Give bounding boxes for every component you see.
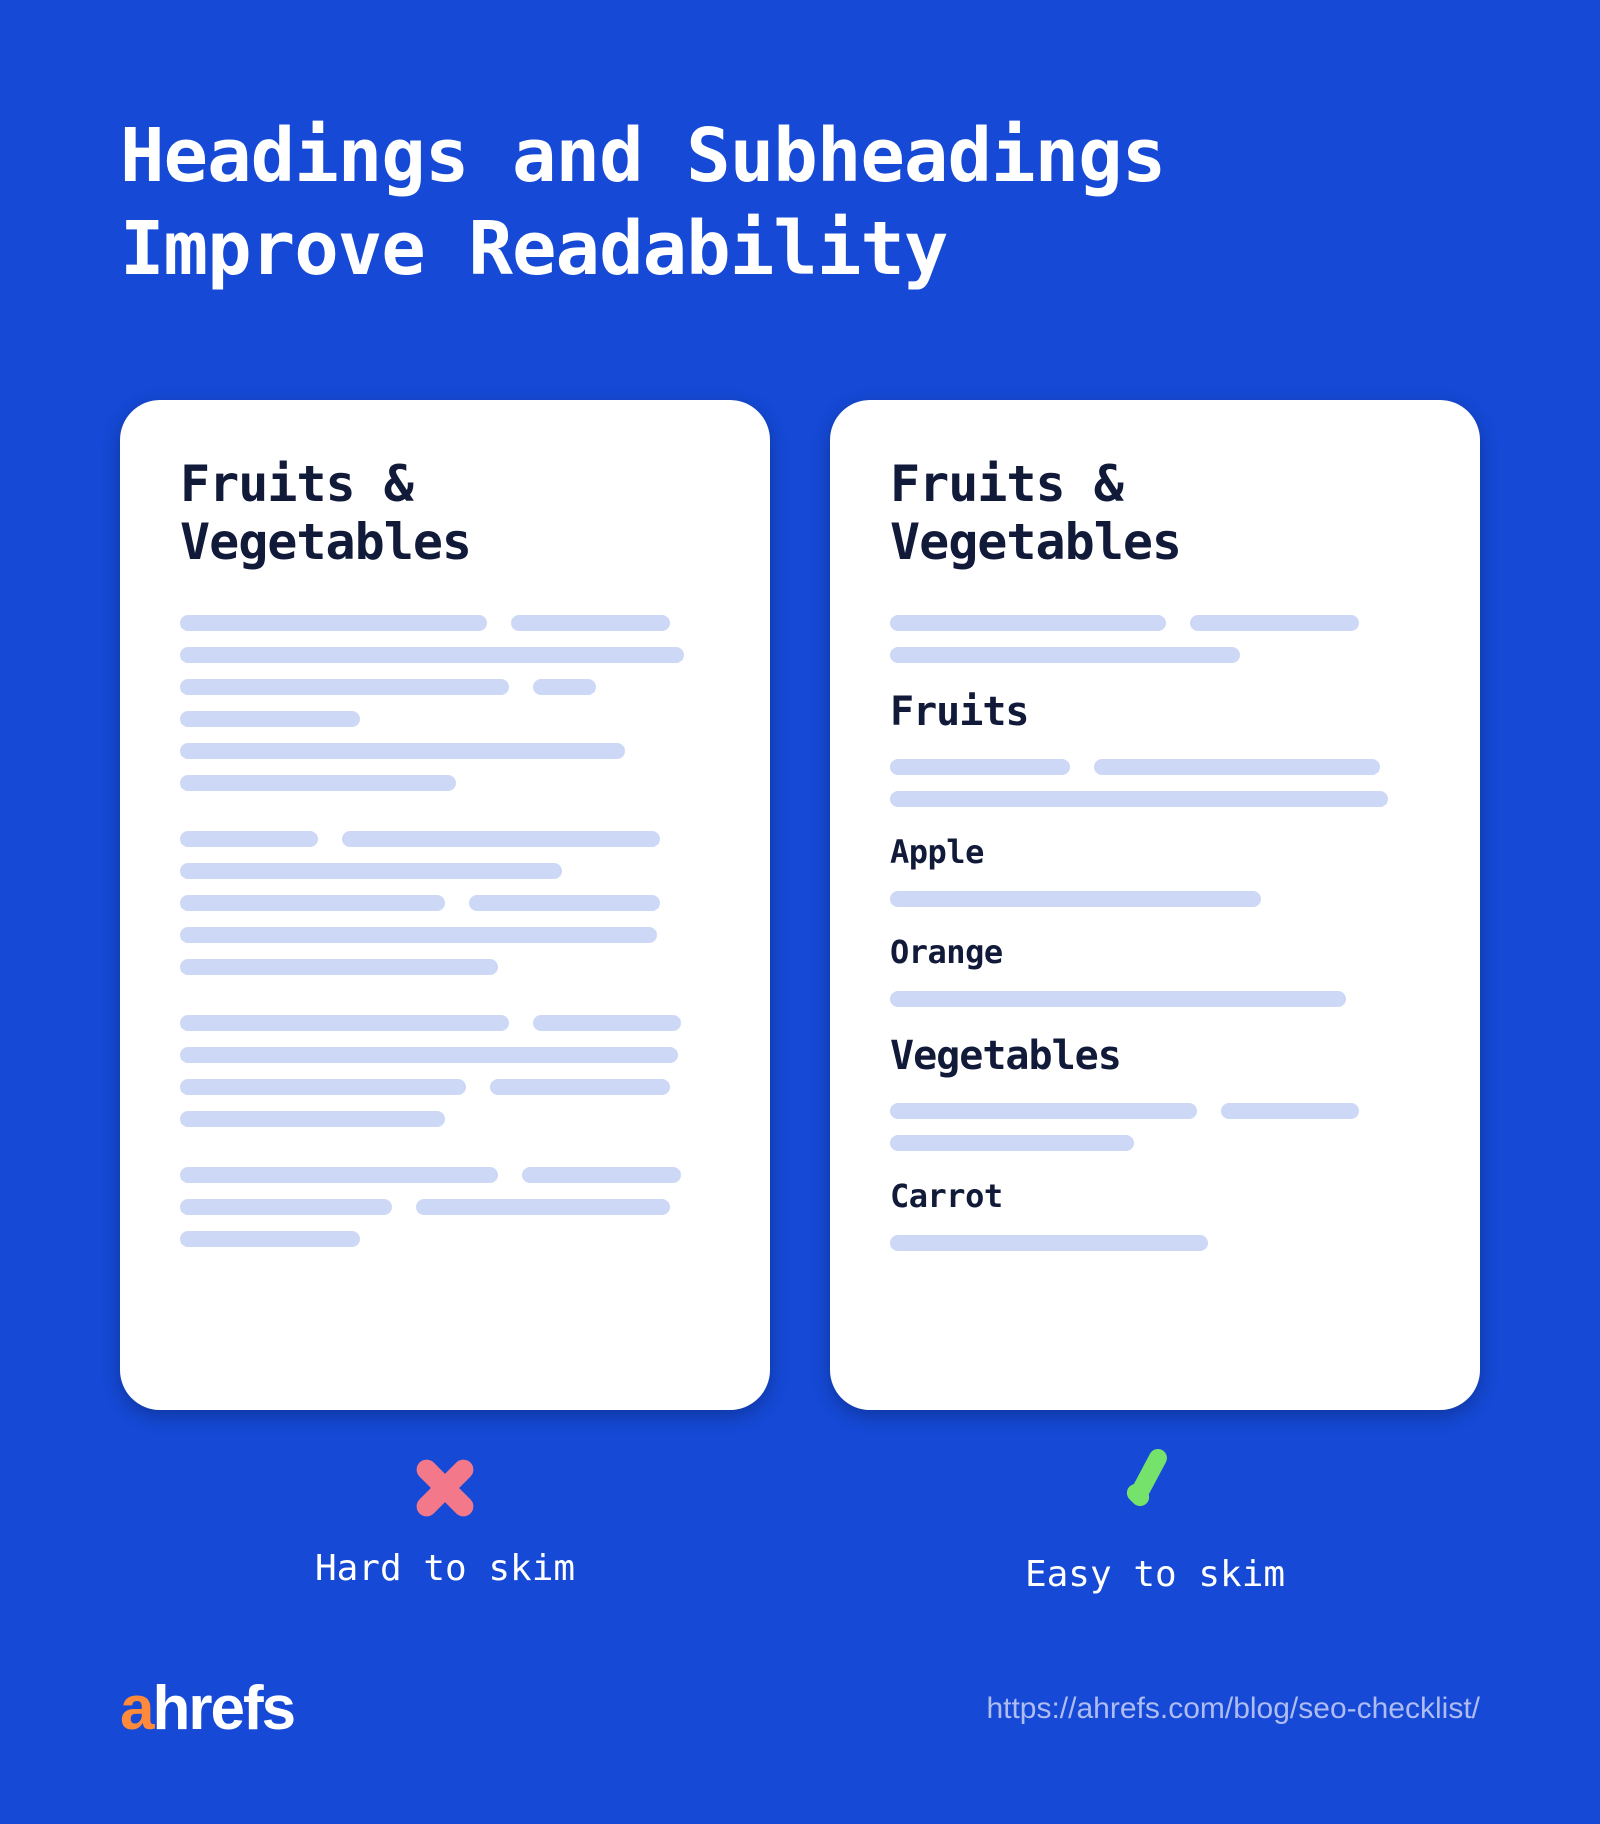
card-hard-to-skim: Fruits & Vegetables bbox=[120, 400, 770, 1410]
source-url: https://ahrefs.com/blog/seo-checklist/ bbox=[986, 1692, 1480, 1726]
card-heading: Fruits & Vegetables bbox=[890, 455, 1420, 571]
left-column: Fruits & Vegetables bbox=[120, 400, 770, 1595]
placeholder-paragraph bbox=[890, 1235, 1420, 1251]
placeholder-paragraph bbox=[180, 1167, 710, 1247]
logo-rest: hrefs bbox=[152, 1674, 294, 1743]
card-heading: Fruits & Vegetables bbox=[180, 455, 710, 571]
placeholder-paragraph bbox=[180, 615, 710, 791]
status-label: Hard to skim bbox=[315, 1548, 575, 1589]
right-column: Fruits & Vegetables Fruits Apple Orange … bbox=[830, 400, 1480, 1595]
placeholder-paragraph bbox=[180, 1015, 710, 1127]
status-label: Easy to skim bbox=[1025, 1554, 1285, 1595]
cross-icon bbox=[413, 1456, 477, 1520]
card-easy-to-skim: Fruits & Vegetables Fruits Apple Orange … bbox=[830, 400, 1480, 1410]
subheading-h2: Vegetables bbox=[890, 1033, 1420, 1079]
title-line-2: Improve Readability bbox=[120, 206, 947, 292]
status-bad: Hard to skim bbox=[315, 1456, 575, 1589]
logo-a: a bbox=[120, 1674, 152, 1743]
subheading-h2: Fruits bbox=[890, 689, 1420, 735]
placeholder-paragraph bbox=[890, 1103, 1420, 1151]
subheading-h3: Orange bbox=[890, 933, 1420, 971]
placeholder-paragraph bbox=[180, 831, 710, 975]
brand-logo: ahrefs bbox=[120, 1673, 294, 1744]
placeholder-paragraph bbox=[890, 991, 1420, 1007]
footer: ahrefs https://ahrefs.com/blog/seo-check… bbox=[120, 1673, 1480, 1744]
status-good: Easy to skim bbox=[1025, 1456, 1285, 1595]
check-icon bbox=[1120, 1456, 1190, 1526]
subheading-h3: Carrot bbox=[890, 1177, 1420, 1215]
placeholder-paragraph bbox=[890, 891, 1420, 907]
placeholder-paragraph bbox=[890, 759, 1420, 807]
subheading-h3: Apple bbox=[890, 833, 1420, 871]
page-title: Headings and Subheadings Improve Readabi… bbox=[120, 110, 1165, 295]
title-line-1: Headings and Subheadings bbox=[120, 113, 1165, 199]
comparison-container: Fruits & Vegetables bbox=[120, 400, 1480, 1595]
placeholder-paragraph bbox=[890, 615, 1420, 663]
